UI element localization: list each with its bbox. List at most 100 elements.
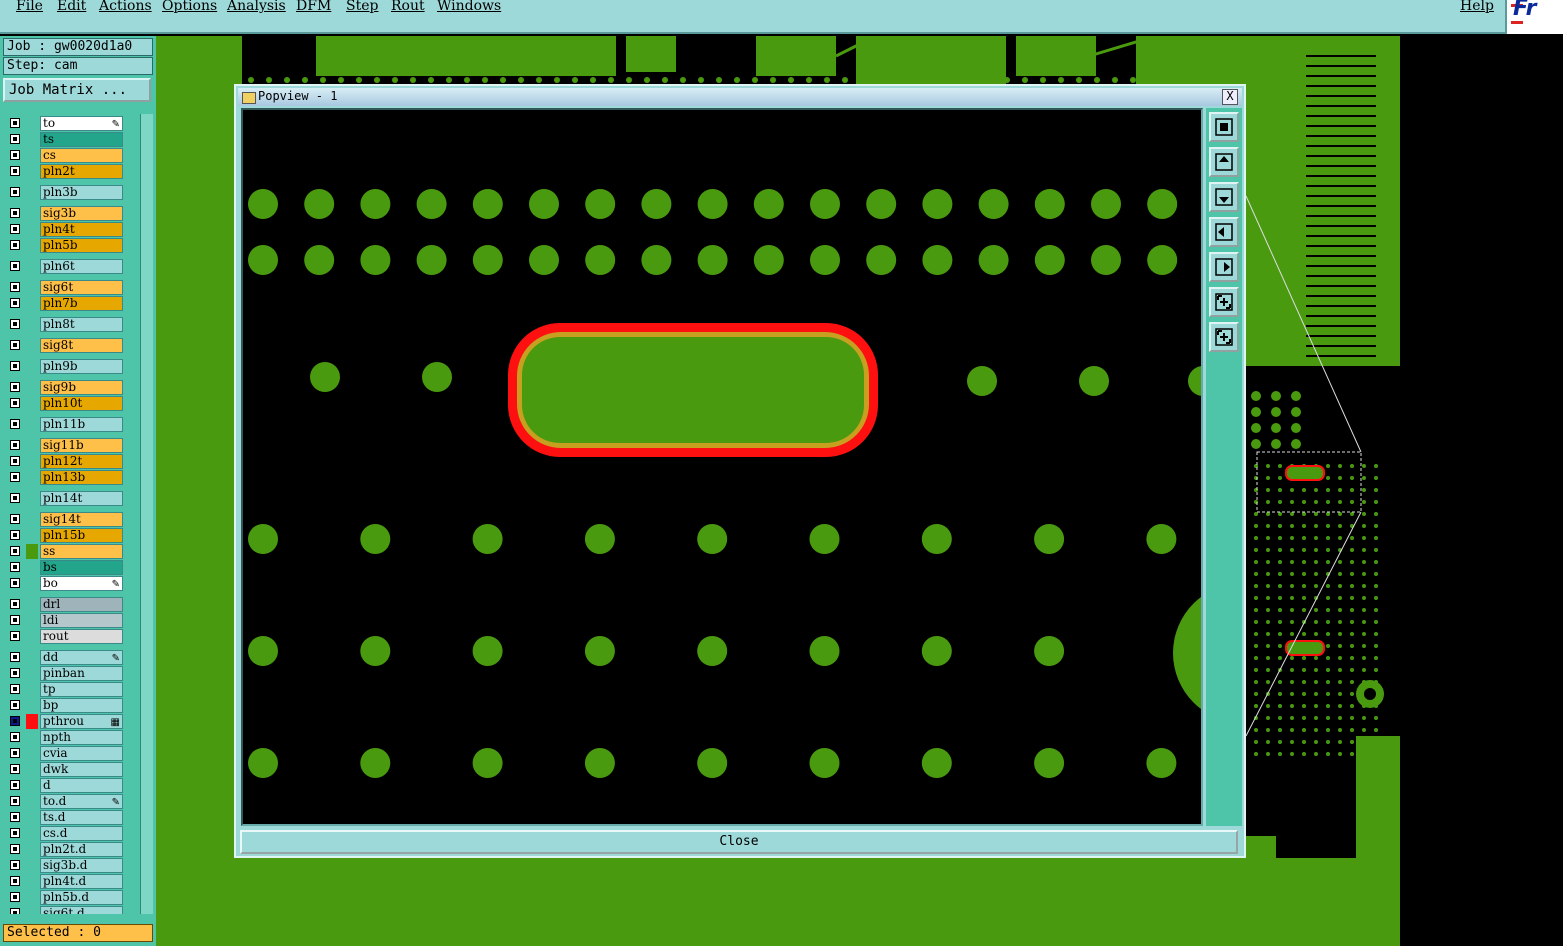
- layer-checkbox[interactable]: [10, 700, 20, 710]
- layer-name[interactable]: pln5b: [40, 238, 123, 253]
- layer-color-swatch[interactable]: [26, 794, 38, 809]
- layer-row-bp[interactable]: bp: [6, 698, 126, 714]
- pad[interactable]: [310, 362, 340, 392]
- layer-name[interactable]: npth: [40, 730, 123, 745]
- pad[interactable]: [472, 524, 503, 554]
- layer-row-bo[interactable]: bo ✎: [6, 576, 126, 592]
- job-matrix-button[interactable]: Job Matrix ...: [3, 78, 151, 102]
- menu-analysis[interactable]: Analysis: [227, 0, 286, 14]
- layer-color-swatch[interactable]: [26, 714, 38, 729]
- layer-row-pthrou[interactable]: pthrou ▦: [6, 714, 126, 730]
- layer-checkbox[interactable]: [10, 340, 20, 350]
- layer-checkbox[interactable]: [10, 440, 20, 450]
- layer-row-sig14t[interactable]: sig14t: [6, 512, 126, 528]
- layer-row-sig6t[interactable]: sig6t: [6, 280, 126, 296]
- layer-color-swatch[interactable]: [26, 560, 38, 575]
- layer-row-to[interactable]: to ✎: [6, 116, 126, 132]
- layer-color-swatch[interactable]: [26, 906, 38, 914]
- layer-checkbox[interactable]: [10, 892, 20, 902]
- layer-name[interactable]: pln6t: [40, 259, 123, 274]
- layer-name[interactable]: pln12t: [40, 454, 123, 469]
- layer-row-npth[interactable]: npth: [6, 730, 126, 746]
- popview-canvas[interactable]: [241, 108, 1203, 826]
- close-icon[interactable]: X: [1222, 89, 1238, 105]
- layer-name[interactable]: pln9b: [40, 359, 123, 374]
- layer-color-swatch[interactable]: [26, 164, 38, 179]
- layer-row-to-d[interactable]: to.d ✎: [6, 794, 126, 810]
- pad[interactable]: [1146, 524, 1177, 554]
- layer-name[interactable]: bs: [40, 560, 123, 575]
- menu-actions[interactable]: Actions: [99, 0, 152, 14]
- layer-name[interactable]: pln8t: [40, 317, 123, 332]
- layer-row-pln15b[interactable]: pln15b: [6, 528, 126, 544]
- pad[interactable]: [697, 636, 728, 666]
- layer-name[interactable]: dwk: [40, 762, 123, 777]
- layer-row-dwk[interactable]: dwk: [6, 762, 126, 778]
- layer-color-swatch[interactable]: [26, 842, 38, 857]
- layer-row-drl[interactable]: drl: [6, 597, 126, 613]
- layer-checkbox[interactable]: [10, 419, 20, 429]
- pad[interactable]: [422, 362, 452, 392]
- pad[interactable]: [360, 636, 391, 666]
- menu-step[interactable]: Step: [346, 0, 378, 14]
- layer-name[interactable]: sig8t: [40, 338, 123, 353]
- layer-checkbox[interactable]: [10, 224, 20, 234]
- layer-row-bs[interactable]: bs: [6, 560, 126, 576]
- layer-checkbox[interactable]: [10, 578, 20, 588]
- zoom-in-icon[interactable]: [1209, 322, 1239, 352]
- menu-edit[interactable]: Edit: [57, 0, 86, 14]
- layer-row-cs-d[interactable]: cs.d: [6, 826, 126, 842]
- pad[interactable]: [416, 189, 447, 219]
- layer-color-swatch[interactable]: [26, 417, 38, 432]
- zoom-out-icon[interactable]: [1209, 287, 1239, 317]
- layer-checkbox[interactable]: [10, 562, 20, 572]
- layer-name[interactable]: sig6t.d: [40, 906, 123, 914]
- pan-down-icon[interactable]: [1209, 182, 1239, 212]
- layer-row-pln2t-d[interactable]: pln2t.d: [6, 842, 126, 858]
- layer-color-swatch[interactable]: [26, 296, 38, 311]
- pad[interactable]: [584, 636, 615, 666]
- menu-dfm[interactable]: DFM: [296, 0, 331, 14]
- pad[interactable]: [248, 748, 278, 778]
- pad[interactable]: [360, 245, 391, 275]
- pad[interactable]: [584, 524, 615, 554]
- pad[interactable]: [360, 189, 391, 219]
- layer-row-sig11b[interactable]: sig11b: [6, 438, 126, 454]
- pad[interactable]: [967, 366, 997, 396]
- layer-checkbox[interactable]: [10, 187, 20, 197]
- layer-color-swatch[interactable]: [26, 858, 38, 873]
- layer-color-swatch[interactable]: [26, 317, 38, 332]
- layer-color-swatch[interactable]: [26, 359, 38, 374]
- layer-row-pln7b[interactable]: pln7b: [6, 296, 126, 312]
- layer-checkbox[interactable]: [10, 398, 20, 408]
- layer-row-sig8t[interactable]: sig8t: [6, 338, 126, 354]
- layer-color-swatch[interactable]: [26, 682, 38, 697]
- layer-color-swatch[interactable]: [26, 746, 38, 761]
- pad[interactable]: [1034, 748, 1065, 778]
- pad[interactable]: [866, 245, 897, 275]
- pad[interactable]: [1034, 524, 1065, 554]
- pad[interactable]: [978, 189, 1009, 219]
- layer-color-swatch[interactable]: [26, 762, 38, 777]
- layer-row-pinban[interactable]: pinban: [6, 666, 126, 682]
- pad[interactable]: [1147, 189, 1178, 219]
- layer-name[interactable]: sig6t: [40, 280, 123, 295]
- pad[interactable]: [809, 524, 840, 554]
- layer-name[interactable]: pln10t: [40, 396, 123, 411]
- layer-color-swatch[interactable]: [26, 132, 38, 147]
- layer-name[interactable]: ldi: [40, 613, 123, 628]
- layer-color-swatch[interactable]: [26, 280, 38, 295]
- pad[interactable]: [416, 245, 447, 275]
- layer-color-swatch[interactable]: [26, 238, 38, 253]
- layer-row-pln12t[interactable]: pln12t: [6, 454, 126, 470]
- layer-color-swatch[interactable]: [26, 185, 38, 200]
- layer-checkbox[interactable]: [10, 732, 20, 742]
- layer-color-swatch[interactable]: [26, 528, 38, 543]
- layer-checkbox[interactable]: [10, 796, 20, 806]
- layer-row-pln3b[interactable]: pln3b: [6, 185, 126, 201]
- pad[interactable]: [529, 189, 559, 219]
- layer-checkbox[interactable]: [10, 631, 20, 641]
- pad[interactable]: [809, 748, 840, 778]
- layer-color-swatch[interactable]: [26, 730, 38, 745]
- layer-color-swatch[interactable]: [26, 698, 38, 713]
